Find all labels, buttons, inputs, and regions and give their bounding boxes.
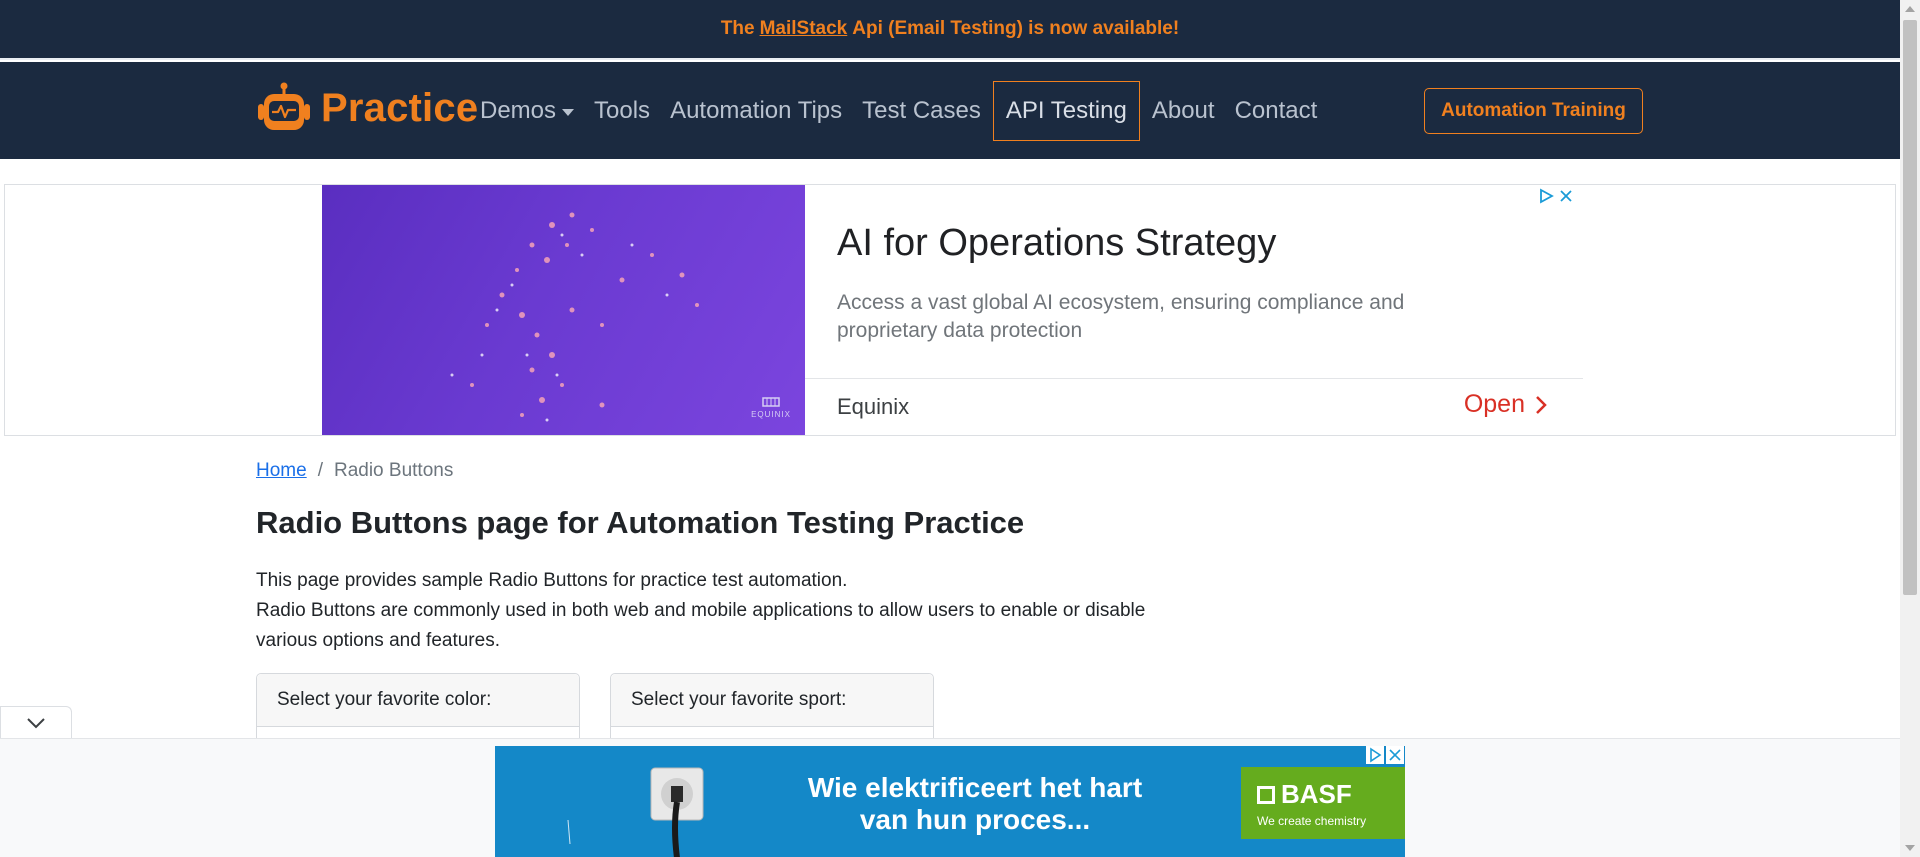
announcement-suffix: Api (Email Testing) is now available!: [852, 18, 1180, 39]
globe-dots-icon: [450, 212, 699, 422]
page-scrollbar[interactable]: [1900, 0, 1920, 857]
basf-square-icon: [1257, 785, 1275, 804]
ad-open-button[interactable]: Open: [1464, 390, 1547, 419]
scroll-down-icon[interactable]: [1900, 839, 1920, 857]
close-icon[interactable]: [1558, 188, 1574, 204]
equinix-logo-icon: [762, 397, 780, 407]
page-title: Radio Buttons page for Automation Testin…: [256, 505, 1025, 540]
equinix-mark: EQUINIX: [751, 396, 791, 419]
nav-test-cases[interactable]: Test Cases: [852, 81, 991, 141]
announcement-banner: The MailStack Api (Email Testing) is now…: [0, 0, 1900, 60]
scroll-thumb[interactable]: [1903, 20, 1917, 595]
nav-about[interactable]: About: [1142, 81, 1225, 141]
top-advertisement[interactable]: EQUINIX AI for Operations Strategy Acces…: [4, 184, 1896, 436]
scroll-up-icon[interactable]: [1900, 0, 1920, 18]
bottom-ad-bar: Wie elektrificeert het hart van hun proc…: [0, 738, 1900, 857]
ad-title[interactable]: AI for Operations Strategy: [837, 222, 1276, 265]
basf-brand: BASF: [1281, 779, 1352, 809]
ad-globe-image[interactable]: EQUINIX: [322, 185, 805, 435]
ad-text-area[interactable]: AI for Operations Strategy Access a vast…: [805, 185, 1583, 435]
announcement-prefix: The: [720, 18, 755, 39]
power-socket-icon: [567, 767, 704, 857]
nav-demos-label: Demos: [480, 97, 557, 124]
nav-automation-tips[interactable]: Automation Tips: [660, 81, 852, 141]
nav-links: Demos Tools Automation Tips Test Cases A…: [470, 81, 1327, 141]
breadcrumb-home[interactable]: Home: [256, 460, 307, 482]
mailstack-link[interactable]: MailStack: [760, 18, 848, 40]
basf-logo: BASF: [1257, 779, 1405, 810]
breadcrumb: Home / Radio Buttons: [256, 460, 453, 482]
color-card-header: Select your favorite color:: [257, 674, 579, 727]
bottom-advertisement[interactable]: Wie elektrificeert het hart van hun proc…: [495, 746, 1405, 857]
main-navbar: Practice Demos Tools Automation Tips Tes…: [0, 62, 1900, 159]
intro-text: This page provides sample Radio Buttons …: [256, 566, 1156, 656]
basf-tagline: We create chemistry: [1257, 814, 1367, 828]
ad-controls: [1538, 188, 1574, 204]
ad-description: Access a vast global AI ecosystem, ensur…: [837, 291, 1405, 342]
ad-open-label: Open: [1463, 390, 1525, 418]
nav-contact[interactable]: Contact: [1225, 81, 1328, 141]
automation-training-button[interactable]: Automation Training: [1424, 88, 1643, 134]
basf-logo-box[interactable]: BASF We create chemistry: [1241, 767, 1405, 839]
sport-card-header: Select your favorite sport:: [611, 674, 933, 727]
nav-tools[interactable]: Tools: [584, 81, 660, 141]
caret-down-icon: [562, 109, 575, 116]
bottom-ad-headline[interactable]: Wie elektrificeert het hart van hun proc…: [805, 772, 1145, 836]
collapse-ad-button[interactable]: [0, 706, 72, 738]
ad-divider: [805, 378, 1583, 379]
equinix-mark-text: EQUINIX: [751, 410, 791, 419]
chevron-down-icon: [27, 717, 45, 728]
nav-api-testing[interactable]: API Testing: [992, 81, 1140, 141]
brand-link[interactable]: Practice: [255, 82, 478, 134]
chevron-right-icon: [1536, 395, 1547, 414]
bottom-ad-controls: [1366, 746, 1404, 764]
nav-demos[interactable]: Demos: [470, 81, 584, 141]
ad-advertiser: Equinix: [837, 394, 910, 419]
intro-line-2: Radio Buttons are commonly used in both …: [256, 600, 1146, 651]
brand-name: Practice: [321, 85, 479, 130]
breadcrumb-current: Radio Buttons: [333, 460, 454, 481]
robot-logo-icon: [258, 82, 310, 130]
intro-line-1: This page provides sample Radio Buttons …: [256, 570, 848, 591]
adchoices-icon[interactable]: [1538, 188, 1554, 204]
breadcrumb-separator: /: [317, 460, 323, 481]
close-icon[interactable]: [1386, 746, 1404, 764]
adchoices-icon[interactable]: [1366, 746, 1384, 764]
